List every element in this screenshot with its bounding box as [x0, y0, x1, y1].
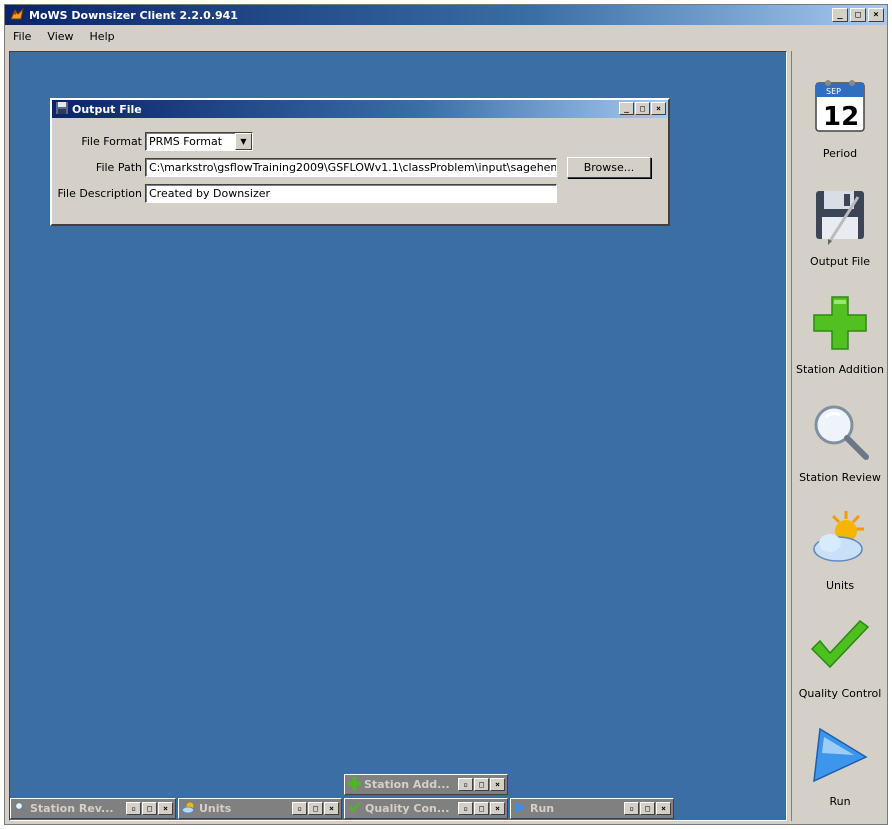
toolbar-period-label: Period — [822, 147, 858, 160]
minimized-quality-control[interactable]: Quality Con... ▫ □ × — [344, 798, 508, 819]
magnifier-icon — [14, 801, 27, 817]
close-button[interactable]: × — [490, 778, 505, 791]
maximize-button[interactable]: □ — [850, 8, 866, 22]
minimized-title: Station Add... — [364, 778, 450, 791]
maximize-button[interactable]: □ — [474, 802, 489, 815]
menu-help[interactable]: Help — [82, 30, 123, 43]
minimized-title: Quality Con... — [365, 802, 450, 815]
close-button[interactable]: × — [490, 802, 505, 815]
toolbar-run-button[interactable]: Run — [792, 709, 888, 817]
maximize-button[interactable]: □ — [308, 802, 323, 815]
restore-button[interactable]: ▫ — [458, 778, 473, 791]
menu-file[interactable]: File — [5, 30, 39, 43]
app-icon — [9, 6, 25, 24]
tool-sidebar: SEP 12 Period Output File Station Additi… — [791, 51, 887, 821]
restore-button[interactable]: ▫ — [292, 802, 307, 815]
toolbar-station-review-button[interactable]: Station Review — [792, 385, 888, 493]
output-file-title: Output File — [72, 102, 142, 116]
output-file-title-bar[interactable]: Output File _ □ × — [52, 100, 668, 118]
close-button[interactable]: × — [158, 802, 173, 815]
minimize-button[interactable]: _ — [832, 8, 848, 22]
maximize-button[interactable]: □ — [474, 778, 489, 791]
chevron-down-icon[interactable]: ▼ — [235, 133, 252, 150]
checkmark-icon — [810, 619, 870, 669]
minimized-title: Units — [199, 802, 232, 815]
file-format-row: File Format PRMS Format ▼ — [52, 132, 253, 151]
child-close-button[interactable]: × — [651, 102, 666, 115]
toolbar-units-button[interactable]: Units — [792, 493, 888, 601]
output-file-window-icon — [55, 101, 69, 118]
child-maximize-button[interactable]: □ — [635, 102, 650, 115]
toolbar-period-button[interactable]: SEP 12 Period — [792, 61, 888, 169]
minimized-station-addition[interactable]: Station Add... ▫ □ × — [344, 774, 508, 795]
play-icon — [514, 801, 527, 817]
close-button[interactable]: × — [656, 802, 671, 815]
calendar-month: SEP — [826, 87, 841, 96]
sun-cloud-icon — [813, 511, 864, 562]
close-button[interactable]: × — [324, 802, 339, 815]
plus-icon — [813, 296, 867, 350]
toolbar-quality-control-button[interactable]: Quality Control — [792, 601, 888, 709]
toolbar-station-addition-button[interactable]: Station Addition — [792, 277, 888, 385]
toolbar-station-review-label: Station Review — [799, 471, 881, 484]
file-format-value: PRMS Format — [149, 135, 223, 148]
plus-icon — [348, 776, 361, 793]
toolbar-units-label: Units — [825, 579, 855, 592]
restore-button[interactable]: ▫ — [624, 802, 639, 815]
calendar-day: 12 — [823, 102, 859, 132]
maximize-button[interactable]: □ — [142, 802, 157, 815]
minimized-units[interactable]: Units ▫ □ × — [178, 798, 342, 819]
minimized-title: Station Rev... — [30, 802, 114, 815]
file-description-input[interactable]: Created by Downsizer — [145, 184, 557, 203]
restore-button[interactable]: ▫ — [126, 802, 141, 815]
menu-view[interactable]: View — [39, 30, 81, 43]
file-format-select[interactable]: PRMS Format ▼ — [145, 132, 253, 151]
play-icon — [813, 727, 868, 783]
mdi-desktop: Output File _ □ × File Format PRMS Forma… — [9, 51, 787, 821]
toolbar-output-file-label: Output File — [809, 255, 871, 268]
restore-button[interactable]: ▫ — [458, 802, 473, 815]
file-path-input[interactable]: C:\markstro\gsflowTraining2009\GSFLOWv1.… — [145, 158, 557, 177]
minimized-title: Run — [530, 802, 555, 815]
weather-icon — [182, 801, 196, 817]
magnifier-icon — [814, 405, 869, 460]
floppy-disk-icon — [816, 191, 864, 245]
app-title-bar[interactable]: MoWS Downsizer Client 2.2.0.941 _ □ × — [5, 5, 887, 25]
close-button[interactable]: × — [868, 8, 884, 22]
menu-bar: File View Help — [5, 27, 123, 45]
minimized-run[interactable]: Run ▫ □ × — [510, 798, 674, 819]
toolbar-run-label: Run — [829, 795, 851, 808]
calendar-icon: SEP 12 — [815, 80, 865, 132]
app-window: MoWS Downsizer Client 2.2.0.941 _ □ × Fi… — [4, 4, 888, 825]
child-minimize-button[interactable]: _ — [619, 102, 634, 115]
checkmark-icon — [348, 801, 362, 817]
toolbar-station-addition-label: Station Addition — [795, 363, 885, 376]
file-path-label: File Path — [95, 161, 142, 174]
maximize-button[interactable]: □ — [640, 802, 655, 815]
toolbar-quality-control-label: Quality Control — [798, 687, 882, 700]
file-format-label: File Format — [81, 135, 142, 148]
browse-button[interactable]: Browse... — [567, 157, 651, 178]
file-description-label: File Description — [57, 187, 142, 200]
app-title: MoWS Downsizer Client 2.2.0.941 — [29, 8, 238, 22]
file-path-row: File Path C:\markstro\gsflowTraining2009… — [52, 157, 651, 178]
output-file-window: Output File _ □ × File Format PRMS Forma… — [50, 98, 670, 226]
file-description-row: File Description Created by Downsizer — [52, 184, 557, 203]
minimized-station-review[interactable]: Station Rev... ▫ □ × — [10, 798, 176, 819]
toolbar-output-file-button[interactable]: Output File — [792, 169, 888, 277]
